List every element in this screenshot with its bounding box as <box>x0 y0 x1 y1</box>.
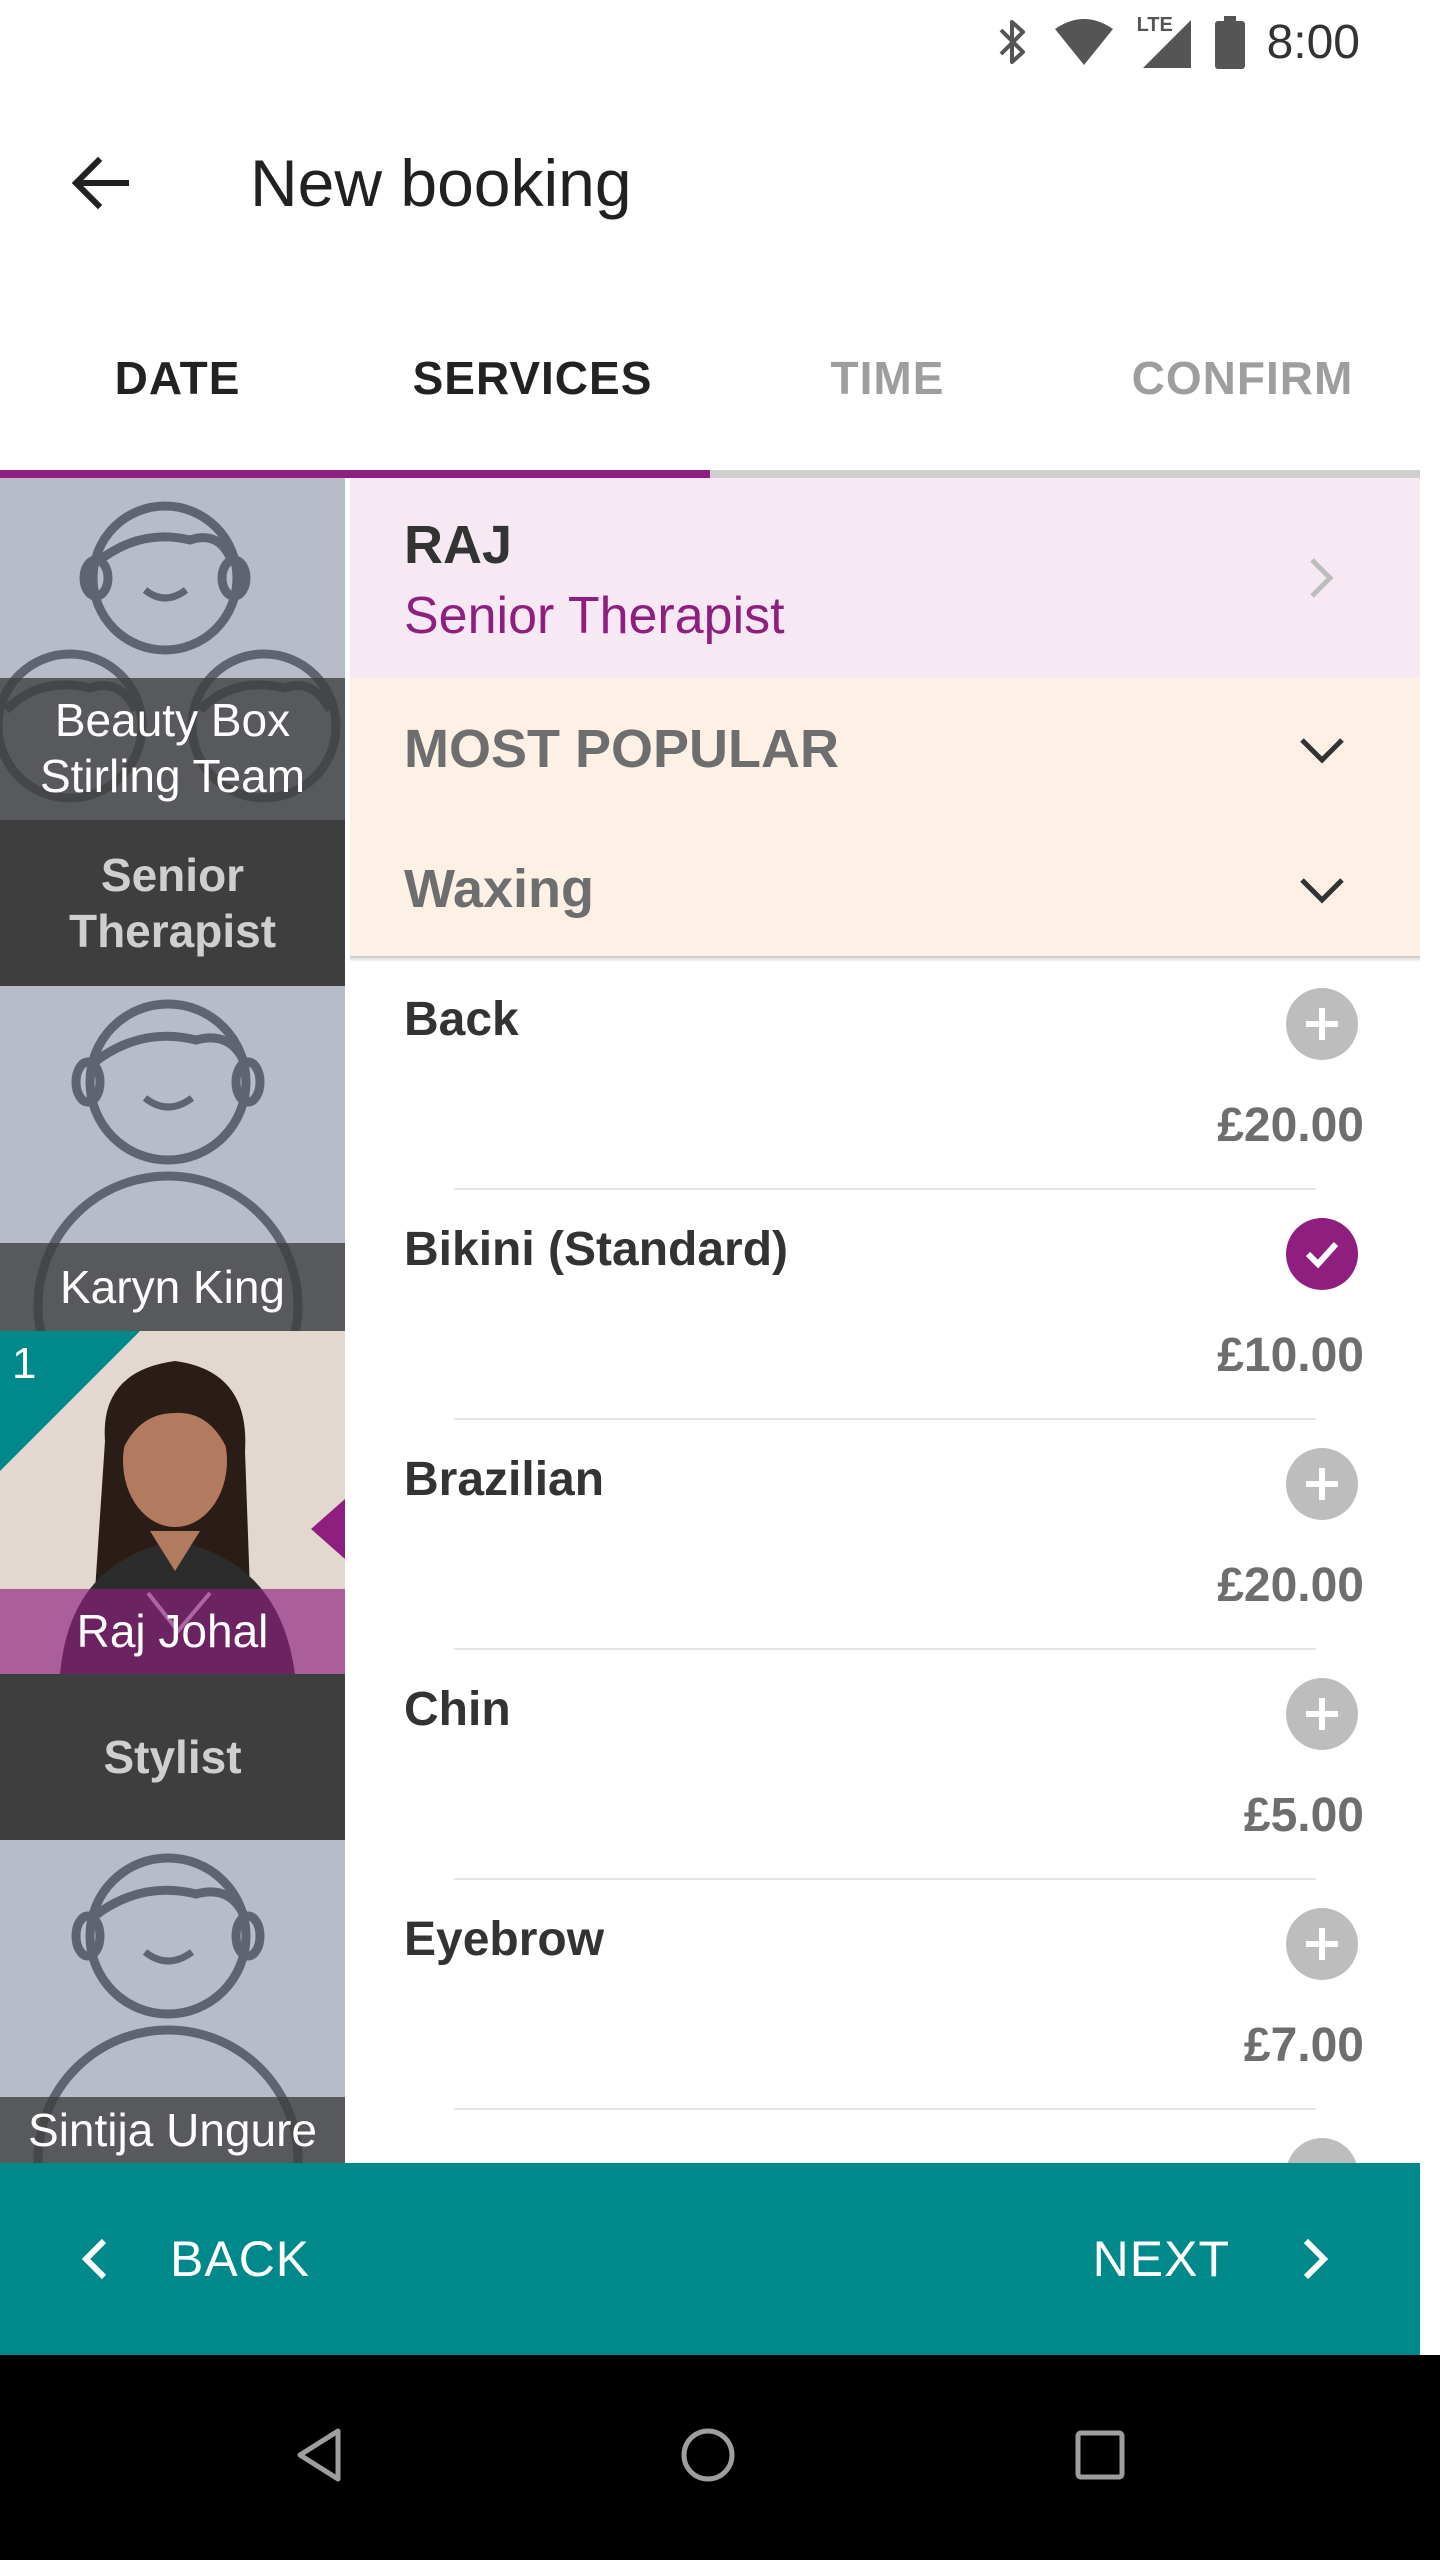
chevron-left-icon <box>81 2238 107 2280</box>
add-service-button[interactable] <box>1286 1678 1358 1750</box>
staff-role-header-stylist: Stylist <box>0 1674 345 1840</box>
next-nav-button[interactable]: NEXT <box>1093 2219 1340 2299</box>
service-name: Bikini (Standard) <box>404 1223 789 1276</box>
circle-home-icon <box>681 2428 735 2482</box>
therapist-role: Senior Therapist <box>404 587 785 645</box>
chevron-down-icon <box>1300 878 1344 904</box>
app-bar: New booking <box>0 85 1440 280</box>
back-label: BACK <box>170 2231 311 2287</box>
tab-time[interactable]: TIME <box>710 280 1065 475</box>
plus-icon <box>1306 1698 1338 1730</box>
status-bar: LTE 8:00 <box>0 0 1440 85</box>
bottom-navigation: BACK NEXT <box>0 2163 1420 2355</box>
add-service-button[interactable] <box>1286 1448 1358 1520</box>
staff-name-karyn: Karyn King <box>0 1243 345 1331</box>
services-panel: RAJ Senior Therapist MOST POPULAR Waxing… <box>350 478 1420 2163</box>
add-service-button[interactable] <box>1286 988 1358 1060</box>
wifi-icon <box>1054 19 1113 65</box>
status-icons: LTE 8:00 <box>995 12 1360 72</box>
service-item-bikini[interactable]: Bikini (Standard) £10.00 <box>350 1190 1420 1420</box>
staff-card-karyn[interactable]: Karyn King <box>0 986 345 1331</box>
lte-signal-icon: LTE <box>1137 14 1193 70</box>
plus-icon <box>1306 1928 1338 1960</box>
tab-services[interactable]: SERVICES <box>355 280 710 475</box>
staff-name-raj: Raj Johal <box>0 1589 345 1674</box>
service-name: Eyebrow <box>404 1913 605 1966</box>
service-price: £20.00 <box>1217 1099 1364 1152</box>
staff-card-raj[interactable]: 1 Raj Johal <box>0 1331 345 1674</box>
staff-card-sintija[interactable]: Sintija Ungure <box>0 1840 345 2163</box>
screen-edge <box>1420 85 1440 2355</box>
category-label: Waxing <box>404 859 595 919</box>
service-item-chin[interactable]: Chin £5.00 <box>350 1650 1420 1880</box>
bluetooth-icon <box>999 20 1025 64</box>
next-label: NEXT <box>1092 2231 1230 2287</box>
staff-name-team: Beauty Box Stirling Team <box>0 678 345 820</box>
staff-role-header: Senior Therapist <box>0 820 345 986</box>
system-back-button[interactable] <box>280 2415 360 2495</box>
category-waxing[interactable]: Waxing <box>350 818 1420 958</box>
chevron-right-icon <box>1310 558 1334 598</box>
back-button[interactable] <box>60 143 140 223</box>
system-navigation-bar <box>0 2355 1440 2560</box>
add-service-button[interactable] <box>1286 1908 1358 1980</box>
chevron-right-icon <box>1303 2238 1329 2280</box>
status-time: 8:00 <box>1266 15 1360 69</box>
therapist-header[interactable]: RAJ Senior Therapist <box>350 478 1420 678</box>
selected-count: 1 <box>12 1339 37 1388</box>
service-price: £5.00 <box>1243 1789 1364 1842</box>
service-item-back[interactable]: Back £20.00 <box>350 960 1420 1190</box>
square-recents-icon <box>1075 2430 1125 2480</box>
triangle-back-icon <box>297 2428 341 2482</box>
therapist-name: RAJ <box>404 515 513 575</box>
selected-service-button[interactable] <box>1286 1218 1358 1290</box>
service-item-brazilian[interactable]: Brazilian £20.00 <box>350 1420 1420 1650</box>
plus-icon <box>1306 1008 1338 1040</box>
category-most-popular[interactable]: MOST POPULAR <box>350 678 1420 818</box>
plus-icon <box>1306 1468 1338 1500</box>
system-home-button[interactable] <box>668 2415 748 2495</box>
service-item-partial[interactable] <box>350 2110 1420 2163</box>
tab-date[interactable]: DATE <box>0 280 355 475</box>
service-name: Chin <box>404 1683 511 1736</box>
service-name: Brazilian <box>404 1453 605 1506</box>
battery-icon <box>1214 16 1245 69</box>
add-service-button[interactable] <box>1286 2138 1358 2163</box>
staff-name-sintija: Sintija Ungure <box>0 2097 345 2163</box>
service-price: £20.00 <box>1217 1559 1364 1612</box>
service-price: £7.00 <box>1243 2019 1364 2072</box>
service-name: Back <box>404 993 519 1046</box>
tab-confirm[interactable]: CONFIRM <box>1065 280 1420 475</box>
page-title: New booking <box>250 146 632 220</box>
check-icon <box>1305 1241 1339 1269</box>
back-nav-button[interactable]: BACK <box>70 2219 310 2299</box>
staff-card-team[interactable]: Beauty Box Stirling Team <box>0 478 345 820</box>
service-item-eyebrow[interactable]: Eyebrow £7.00 <box>350 1880 1420 2110</box>
step-tabs: DATE SERVICES TIME CONFIRM <box>0 280 1420 475</box>
staff-list[interactable]: Beauty Box Stirling Team Senior Therapis… <box>0 478 345 2163</box>
tab-progress-indicator <box>0 470 710 478</box>
system-recents-button[interactable] <box>1060 2415 1140 2495</box>
selected-pointer <box>311 1499 345 1559</box>
category-label: MOST POPULAR <box>404 719 840 779</box>
chevron-down-icon <box>1300 738 1344 764</box>
service-price: £10.00 <box>1217 1329 1364 1382</box>
arrow-left-icon <box>71 156 129 210</box>
